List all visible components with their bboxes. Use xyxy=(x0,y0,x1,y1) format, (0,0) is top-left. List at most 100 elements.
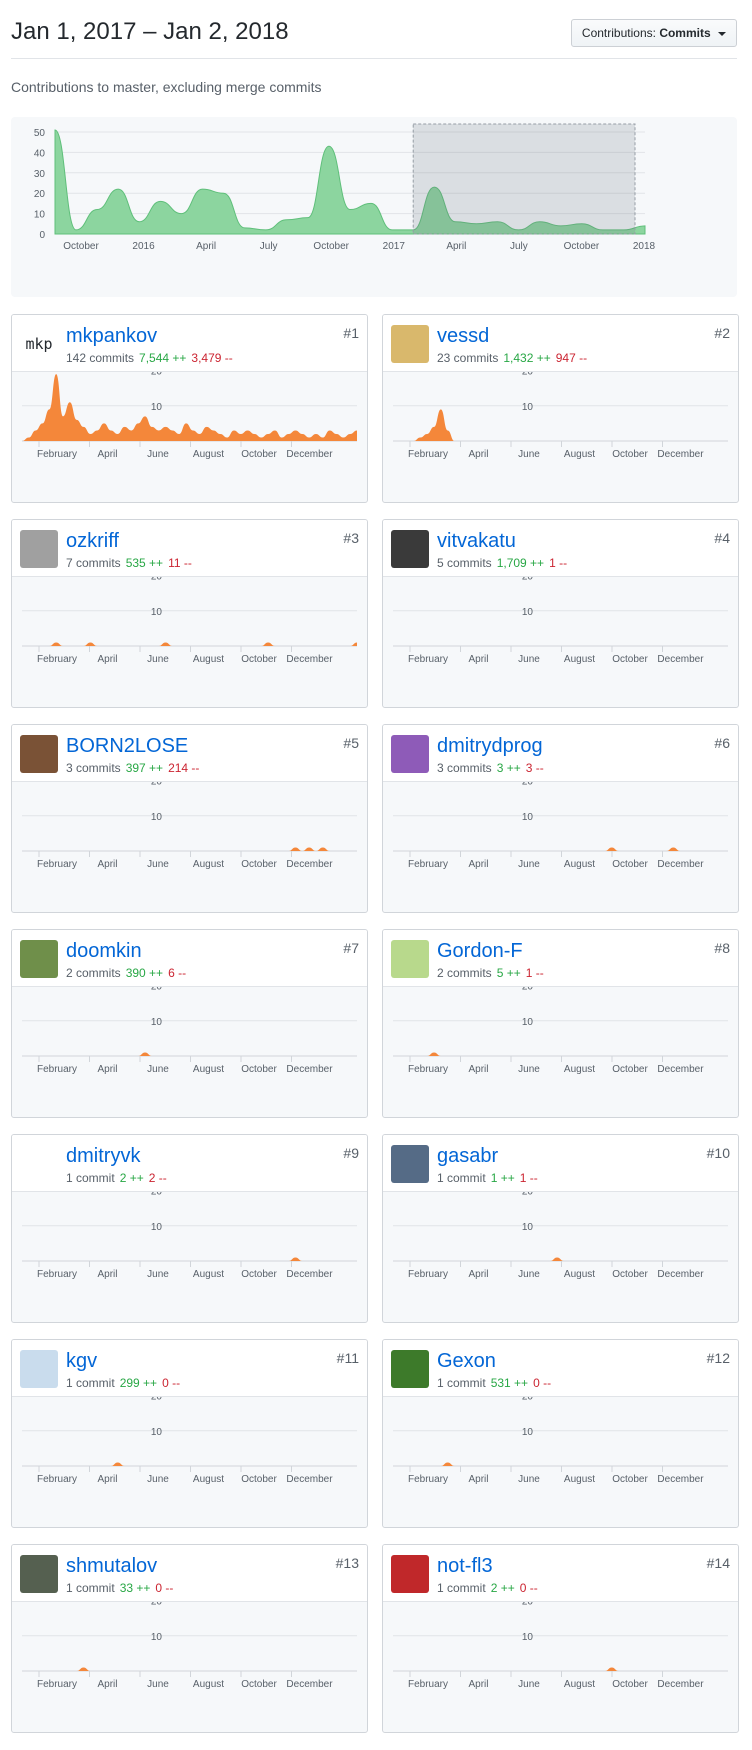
chart-x-tick: April xyxy=(468,1269,488,1280)
commit-count[interactable]: 23 commits xyxy=(437,351,498,365)
contributor-name-link[interactable]: dmitryvk xyxy=(66,1145,140,1168)
commit-count[interactable]: 1 commit xyxy=(66,1581,115,1595)
contributor-name-link[interactable]: Gexon xyxy=(437,1350,496,1373)
contributor-name-link[interactable]: BORN2LOSE xyxy=(66,735,188,758)
deletions-count: 214 -- xyxy=(168,761,200,775)
chart-x-tick: October xyxy=(612,1269,648,1280)
chart-x-tick: October xyxy=(241,654,277,665)
commit-count[interactable]: 2 commits xyxy=(437,966,492,980)
additions-count: 397 ++ xyxy=(125,761,164,775)
avatar[interactable] xyxy=(391,940,429,978)
chart-x-tick: April xyxy=(97,654,117,665)
commit-count[interactable]: 5 commits xyxy=(437,556,492,570)
contributor-card: not-fl3 1 commit 2 ++ 0 -- #14 20 10 February Ap… xyxy=(382,1544,739,1733)
contributor-name-link[interactable]: not-fl3 xyxy=(437,1555,493,1578)
contributor-name-link[interactable]: Gordon-F xyxy=(437,940,523,963)
chart-x-tick: December xyxy=(657,449,704,460)
contributor-name-link[interactable]: vitvakatu xyxy=(437,530,516,553)
commit-count[interactable]: 1 commit xyxy=(437,1376,486,1390)
commit-count[interactable]: 2 commits xyxy=(66,966,121,980)
avatar[interactable] xyxy=(20,530,58,568)
chart-x-tick: October xyxy=(612,654,648,665)
avatar[interactable] xyxy=(391,1350,429,1388)
contributor-area xyxy=(393,409,728,441)
deletions-count: 0 -- xyxy=(533,1376,552,1390)
chart-y-tick: 10 xyxy=(151,1222,163,1233)
chart-x-tick: April xyxy=(97,1064,117,1075)
chart-x-tick: August xyxy=(193,449,224,460)
overview-chart-svg: 50 40 30 20 10 0 Jan 2017 – Jan 2018 October 201… xyxy=(34,123,656,252)
overview-x-tick: 2017 xyxy=(383,241,406,252)
additions-count: 299 ++ xyxy=(119,1376,158,1390)
contributor-card-header: ozkriff 7 commits 535 ++ 11 -- #3 xyxy=(12,520,367,577)
contributions-dropdown[interactable]: Contributions: Commits xyxy=(570,19,737,47)
overview-x-tick: October xyxy=(564,241,600,252)
chart-x-tick: February xyxy=(37,449,77,460)
chart-y-tick: 20 xyxy=(522,577,534,583)
chart-x-tick: August xyxy=(564,1269,595,1280)
avatar[interactable] xyxy=(20,735,58,773)
chart-x-tick: February xyxy=(408,449,448,460)
contributor-card: dmitryvk 1 commit 2 ++ 2 -- #9 20 10 February Ap… xyxy=(11,1134,368,1323)
contributor-name-link[interactable]: shmutalov xyxy=(66,1555,157,1578)
contributor-name-link[interactable]: kgv xyxy=(66,1350,97,1373)
contributor-stats: 23 commits 1,432 ++ 947 -- xyxy=(437,351,587,365)
chart-x-tick: April xyxy=(468,449,488,460)
chart-y-tick: 20 xyxy=(151,1397,163,1403)
contributor-name-link[interactable]: vessd xyxy=(437,325,489,348)
chart-y-tick: 20 xyxy=(151,577,163,583)
avatar[interactable] xyxy=(391,325,429,363)
contributor-card-header: Gexon 1 commit 531 ++ 0 -- #12 xyxy=(383,1340,738,1397)
avatar[interactable] xyxy=(391,530,429,568)
contributor-name-link[interactable]: gasabr xyxy=(437,1145,498,1168)
chart-x-tick: June xyxy=(518,1064,540,1075)
contributor-card: BORN2LOSE 3 commits 397 ++ 214 -- #5 20 10 Febr… xyxy=(11,724,368,913)
contributor-stats: 1 commit 531 ++ 0 -- xyxy=(437,1376,551,1390)
chart-y-tick: 10 xyxy=(522,1427,534,1438)
chart-x-tick: August xyxy=(564,654,595,665)
contributor-stats: 3 commits 3 ++ 3 -- xyxy=(437,761,544,775)
contributor-rank: #5 xyxy=(343,735,359,751)
contributions-label: Contributions: xyxy=(581,26,656,40)
commit-count[interactable]: 1 commit xyxy=(66,1376,115,1390)
overview-chart[interactable]: 50 40 30 20 10 0 Jan 2017 – Jan 2018 October 201… xyxy=(11,117,737,297)
avatar[interactable] xyxy=(20,1350,58,1388)
contributor-name-link[interactable]: ozkriff xyxy=(66,530,119,553)
contributor-chart: 20 10 February April June August October Decemb… xyxy=(22,1602,357,1690)
overview-y-tick: 50 xyxy=(34,128,46,139)
overview-x-tick: October xyxy=(63,241,99,252)
avatar[interactable] xyxy=(20,1145,58,1183)
additions-count: 3 ++ xyxy=(496,761,521,775)
contributor-stats: 1 commit 1 ++ 1 -- xyxy=(437,1171,538,1185)
commit-count[interactable]: 3 commits xyxy=(437,761,492,775)
avatar[interactable] xyxy=(391,1555,429,1593)
contributor-rank: #14 xyxy=(706,1555,730,1571)
chart-x-tick: April xyxy=(97,1679,117,1690)
commit-count[interactable]: 142 commits xyxy=(66,351,134,365)
contributor-rank: #10 xyxy=(706,1145,730,1161)
contributor-name-link[interactable]: dmitrydprog xyxy=(437,735,543,758)
contributor-chart: 20 10 February April June August October Decemb… xyxy=(393,1602,728,1690)
contributor-stats: 1 commit 299 ++ 0 -- xyxy=(66,1376,180,1390)
chart-x-tick: April xyxy=(468,654,488,665)
contributor-stats: 1 commit 2 ++ 2 -- xyxy=(66,1171,167,1185)
commit-count[interactable]: 7 commits xyxy=(66,556,121,570)
contributor-rank: #1 xyxy=(343,325,359,341)
commit-count[interactable]: 1 commit xyxy=(66,1171,115,1185)
commit-count[interactable]: 3 commits xyxy=(66,761,121,775)
contributor-card-header: shmutalov 1 commit 33 ++ 0 -- #13 xyxy=(12,1545,367,1602)
contributor-stats: 142 commits 7,544 ++ 3,479 -- xyxy=(66,351,233,365)
overview-y-tick: 40 xyxy=(34,148,46,159)
avatar[interactable]: mkp xyxy=(20,325,58,363)
deletions-count: 11 -- xyxy=(168,556,192,570)
avatar[interactable] xyxy=(20,1555,58,1593)
commit-count[interactable]: 1 commit xyxy=(437,1171,486,1185)
contributor-name-link[interactable]: mkpankov xyxy=(66,325,157,348)
avatar[interactable] xyxy=(391,735,429,773)
avatar[interactable] xyxy=(391,1145,429,1183)
chart-x-tick: December xyxy=(286,1474,333,1485)
avatar[interactable] xyxy=(20,940,58,978)
chart-x-tick: August xyxy=(193,1064,224,1075)
contributor-name-link[interactable]: doomkin xyxy=(66,940,142,963)
commit-count[interactable]: 1 commit xyxy=(437,1581,486,1595)
